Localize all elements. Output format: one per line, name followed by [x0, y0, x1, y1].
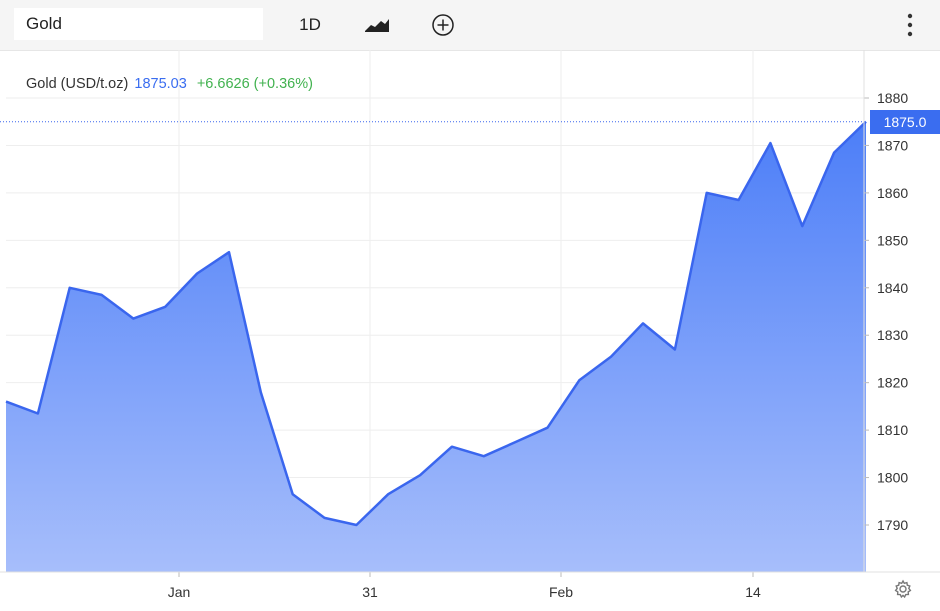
y-tick-label: 1870	[877, 137, 908, 153]
more-menu-button[interactable]	[895, 8, 925, 42]
compare-button[interactable]	[426, 8, 460, 42]
vertical-dots-icon	[907, 13, 913, 37]
price-area	[0, 120, 867, 572]
y-tick-label: 1880	[877, 90, 908, 106]
chart-legend: Gold (USD/t.oz) 1875.03 +6.6626 (+0.36%)	[26, 76, 313, 92]
x-tick-label: Jan	[168, 584, 191, 600]
x-axis-labels: Jan 31 Feb 14	[168, 584, 761, 600]
legend-price: 1875.03	[134, 76, 187, 92]
area-fill	[6, 121, 866, 572]
last-price-tag: 1875.0	[870, 110, 940, 134]
x-tick-label: 14	[745, 584, 761, 600]
chart-type-button[interactable]	[360, 8, 394, 42]
price-chart[interactable]: 1790 1800 1810 1820 1830 1840 1850 1860 1870 1880…	[0, 50, 940, 611]
y-tick-label: 1800	[877, 470, 908, 486]
x-tick-label: 31	[362, 584, 378, 600]
x-tick-label: Feb	[549, 584, 573, 600]
toolbar: 1D	[0, 0, 940, 51]
legend-change: +6.6626 (+0.36%)	[196, 76, 313, 92]
y-tick-label: 1810	[877, 422, 908, 438]
y-tick-label: 1850	[877, 232, 908, 248]
y-axis-labels: 1790 1800 1810 1820 1830 1840 1850 1860 1870 1880	[877, 90, 908, 533]
area-chart-icon	[365, 19, 389, 32]
plus-circle-icon	[432, 14, 454, 36]
y-tick-label: 1860	[877, 185, 908, 201]
legend-symbol: Gold (USD/t.oz)	[26, 76, 129, 92]
gear-icon	[894, 579, 912, 599]
chart-settings-button[interactable]	[893, 579, 913, 599]
symbol-search-input[interactable]	[14, 8, 263, 40]
y-tick-label: 1830	[877, 327, 908, 343]
y-tick-label: 1840	[877, 280, 908, 296]
y-tick-label: 1790	[877, 517, 908, 533]
y-tick-label: 1820	[877, 375, 908, 391]
interval-button[interactable]: 1D	[290, 8, 330, 42]
